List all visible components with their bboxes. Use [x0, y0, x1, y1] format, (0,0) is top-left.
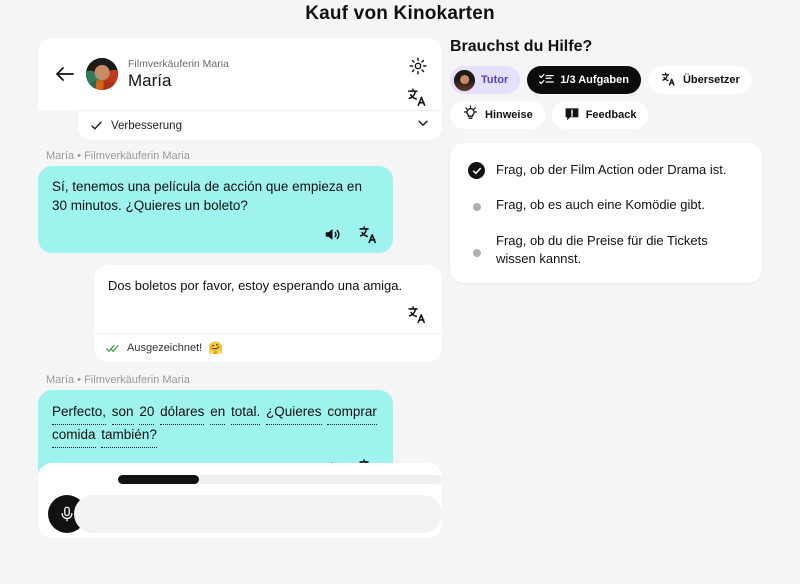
help-column: Brauchst du Hilfe? Tutor 1/3 Aufgaben Üb… [450, 38, 762, 284]
annotated-word[interactable]: comida [52, 425, 96, 449]
annotated-word[interactable]: 20 [139, 402, 155, 426]
translate-icon [660, 71, 677, 90]
chip-label: Feedback [585, 109, 637, 121]
annotated-word[interactable]: Perfecto, [52, 402, 107, 426]
message-input[interactable] [74, 495, 442, 533]
lightbulb-icon [462, 105, 479, 125]
task-bullet-icon [468, 244, 485, 261]
annotated-word[interactable]: en [210, 402, 226, 426]
chip-hinweise[interactable]: Hinweise [450, 101, 545, 129]
message-row: Dos boletos por favor, estoy esperando u… [94, 265, 442, 363]
chip-feedback[interactable]: Feedback [551, 101, 649, 129]
checklist-icon [539, 72, 555, 89]
task-bullet-icon [468, 198, 485, 215]
composer [38, 463, 442, 538]
tutor-avatar-icon [454, 69, 475, 91]
annotated-word[interactable]: también? [101, 425, 157, 449]
feedback-bubble-icon [564, 106, 580, 125]
improvement-section: Verbesserung [38, 110, 442, 140]
message-list: María • Filmverkäuferin Maria Sí, tenemo… [38, 150, 442, 487]
progress-fill [118, 475, 199, 484]
check-icon [91, 121, 102, 130]
progress-track [118, 475, 442, 484]
chip-label: Hinweise [485, 109, 533, 121]
translate-icon[interactable] [357, 224, 379, 245]
chip-uebersetzer[interactable]: Übersetzer [647, 66, 752, 94]
message-sender: María • Filmverkäuferin Maria [46, 374, 190, 387]
page-title: Kauf von Kinokarten [305, 3, 495, 24]
task-label: Frag, ob du die Preise für die Tickets w… [496, 233, 708, 266]
annotated-word[interactable]: son [111, 402, 134, 426]
speaker-icon[interactable] [322, 225, 343, 244]
message-text: Dos boletos por favor, estoy esperando u… [108, 278, 403, 294]
app-root: Kauf von Kinokarten Filmverkäuferin Mari… [0, 0, 800, 584]
header-subtitle: Filmverkäuferin Maria [128, 57, 229, 70]
message-bubble-user[interactable]: Dos boletos por favor, estoy esperando u… [94, 265, 442, 363]
feedback-label: Ausgezeichnet! [127, 342, 203, 355]
chat-column: Filmverkäuferin Maria María Verbesserung… [38, 38, 442, 538]
translate-icon[interactable] [406, 86, 428, 108]
annotated-word[interactable]: dólares [160, 402, 205, 426]
help-title: Brauchst du Hilfe? [450, 38, 593, 55]
chevron-down-icon[interactable] [416, 116, 430, 135]
task-item[interactable]: Frag, ob du die Preise für die Tickets w… [468, 232, 744, 267]
chip-label: Übersetzer [682, 74, 740, 86]
chip-label: 1/3 Aufgaben [560, 74, 629, 86]
chat-header: Filmverkäuferin Maria María [38, 38, 442, 110]
bubble-actions [52, 223, 379, 245]
message-feedback: Ausgezeichnet! 🤗 [94, 333, 442, 362]
task-item[interactable]: Frag, ob der Film Action oder Drama ist. [468, 161, 744, 179]
message-sender: María • Filmverkäuferin Maria [46, 150, 190, 162]
bubble-actions [108, 303, 428, 325]
help-chip-row: Tutor 1/3 Aufgaben Übersetzer Hinweise F… [450, 66, 762, 129]
improvement-label: Verbesserung [111, 119, 182, 132]
header-name: María [128, 70, 172, 90]
task-item[interactable]: Frag, ob es auch eine Komödie gibt. [468, 196, 744, 215]
avatar [86, 58, 118, 90]
double-check-icon [106, 344, 119, 352]
annotated-word[interactable]: ¿Quieres [266, 402, 322, 426]
message-bubble-tutor[interactable]: Sí, tenemos una película de acción que e… [38, 166, 393, 254]
task-label: Frag, ob es auch eine Komödie gibt. [496, 197, 705, 212]
task-check-icon [468, 162, 485, 179]
header-names: Filmverkäuferin Maria María [128, 57, 229, 90]
annotated-word[interactable]: comprar [327, 402, 377, 426]
chip-aufgaben[interactable]: 1/3 Aufgaben [527, 66, 641, 94]
back-arrow-icon[interactable] [52, 61, 78, 87]
chip-label: Tutor [481, 74, 509, 86]
tasks-card: Frag, ob der Film Action oder Drama ist.… [450, 143, 762, 284]
improvement-row[interactable]: Verbesserung [78, 110, 442, 140]
translate-icon[interactable] [406, 304, 428, 325]
feedback-emoji: 🤗 [208, 341, 224, 356]
message-text-annotated: Perfecto, son 20 dólares en total. ¿Quie… [52, 402, 379, 449]
chip-tutor[interactable]: Tutor [450, 66, 521, 94]
message-text: Sí, tenemos una película de acción que e… [52, 179, 362, 213]
message-row: María • Filmverkäuferin Maria Sí, tenemo… [38, 150, 393, 254]
gear-icon[interactable] [408, 56, 428, 76]
annotated-word[interactable]: total. [230, 402, 261, 426]
task-label: Frag, ob der Film Action oder Drama ist. [496, 162, 727, 177]
